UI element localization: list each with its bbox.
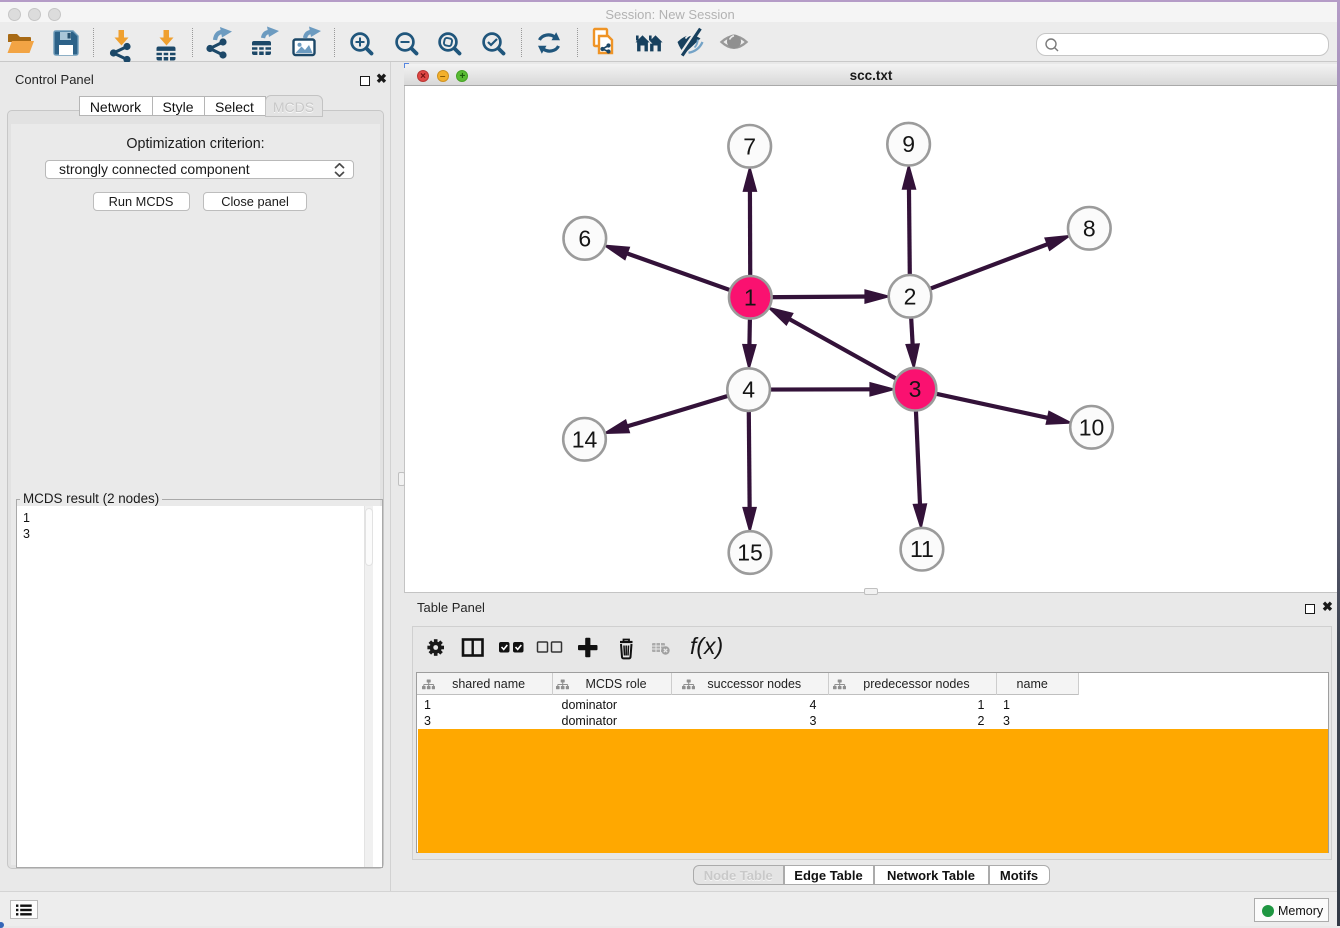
svg-text:3: 3	[909, 376, 922, 402]
svg-text:11: 11	[910, 536, 934, 562]
svg-text:14: 14	[572, 426, 598, 452]
svg-text:7: 7	[743, 133, 756, 159]
svg-text:1: 1	[744, 284, 757, 310]
svg-text:2: 2	[904, 283, 917, 309]
svg-text:8: 8	[1083, 215, 1096, 241]
svg-text:6: 6	[578, 225, 591, 251]
svg-text:4: 4	[742, 377, 755, 403]
svg-text:10: 10	[1079, 414, 1105, 440]
svg-text:f(x): f(x)	[690, 633, 723, 659]
svg-text:15: 15	[737, 540, 763, 566]
svg-text:9: 9	[902, 131, 915, 157]
